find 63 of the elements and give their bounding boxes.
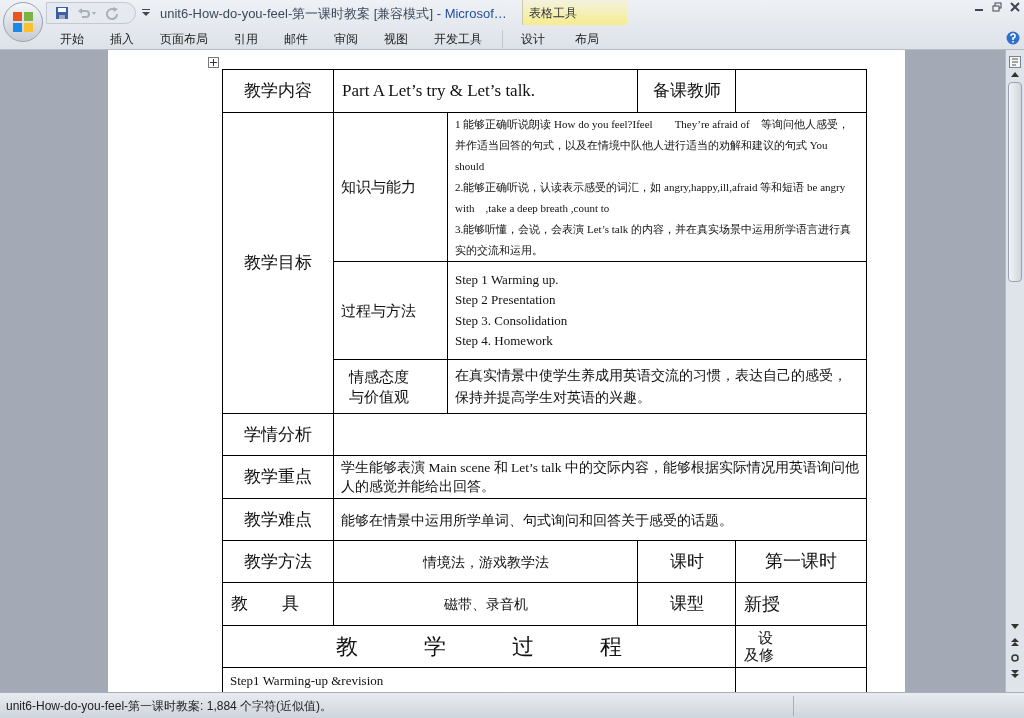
cell-label: 教学难点 [244,509,312,529]
table-move-handle-icon[interactable] [208,57,219,68]
ribbon-tab[interactable]: 审阅 [322,30,370,48]
section-heading: 教 学 过 程 [336,634,622,659]
cell-text: 1 能够正确听说朗读 How do you feel?Ifeel They’re afraid of 等询问他人感受，并作适当回答的句式，以及在情境中队他人进行适当的劝解和建议的句式 You should [455,117,850,174]
cell-text: 2.能够正确听说，认读表示感受的词汇，如 angry,happy,ill,afraid 等和短语 be angry with ,take a deep breath ,count to [455,180,847,216]
cell-text: 能够在情景中运用所学单词、句式询问和回答关于感受的话题。 [341,512,733,528]
scroll-thumb[interactable] [1008,82,1022,282]
ribbon-tab[interactable]: 邮件 [272,30,320,48]
app-name: - Microsof… [436,6,507,21]
help-icon[interactable] [1006,31,1020,45]
cell-label: 学情分析 [244,424,312,444]
close-icon[interactable] [1010,2,1020,12]
window-title: unit6-How-do-you-feel-第一课时教案 [兼容模式] [160,6,434,21]
ribbon-tab[interactable]: 引用 [222,30,270,48]
cell-text: 3.能够听懂，会说，会表演 Let’s talk 的内容，并在真实场景中运用所学语言进行真实的交流和运用。 [455,222,852,258]
cell-label: 过程与方法 [341,302,416,319]
cell-label: 情感态度 [349,367,410,387]
cell-label: 知识与能力 [341,179,416,195]
cell-label: 设 [757,629,774,647]
cell-text: 新授 [744,593,780,614]
lesson-title: Part A Let’s try & Let’s talk. [342,81,536,101]
ribbon-tab[interactable]: 视图 [372,30,420,48]
cell-label: 教学方法 [244,551,312,571]
scroll-up-icon[interactable] [1011,72,1019,77]
save-icon[interactable] [55,6,69,20]
next-page-icon[interactable] [1011,670,1019,678]
office-button[interactable] [3,2,43,42]
previous-page-icon[interactable] [1011,638,1019,646]
cell-label: 课时 [669,551,704,571]
browse-object-icon[interactable] [1011,654,1019,662]
step-text: Step 1 Warming up. [455,270,560,289]
scroll-down-icon[interactable] [1011,624,1019,629]
cell-text: 学生能够表演 Main scene 和 Let’s talk 中的交际内容，能够根据实际情况用英语询问他人的感觉并能给出回答。 [341,459,859,496]
customize-dropdown-icon[interactable] [142,9,150,17]
ribbon-tab[interactable]: 布局 [561,30,613,48]
context-tab-group: 表格工具 [529,6,577,20]
cell-label: 课型 [669,594,704,614]
cell-text: 在真实情景中使学生养成用英语交流的习惯，表达自己的感受，保持并提高学生对英语的兴趣。 [455,366,848,407]
ribbon-tab[interactable]: 页面布局 [148,30,220,48]
ruler-toggle-icon[interactable] [1009,56,1021,68]
vertical-scrollbar[interactable] [1005,50,1024,692]
step-text: Step 3. Consolidation [455,311,569,330]
cell-label: 教学内容 [244,81,312,101]
ribbon-tab[interactable]: 插入 [98,30,146,48]
cell-text: 情境法，游戏教学法 [422,554,549,570]
cell-text: 磁带、录音机 [443,597,528,612]
cell-label: 备课教师 [652,81,721,101]
cell-label: 教 具 [231,594,299,614]
restore-icon[interactable] [992,2,1002,12]
ribbon-tab[interactable]: 设计 [507,30,559,48]
cell-label: 及修 [744,646,775,664]
ribbon-tab[interactable]: 开发工具 [422,30,494,48]
step-text: Step 2 Presentation [455,291,557,309]
cell-text: 第一课时 [765,551,837,571]
status-text: unit6-How-do-you-feel-第一课时教案: 1,884 个字符(近似值)。 [6,697,333,715]
cell-text: Step1 Warming-up &revision [230,673,384,688]
ribbon-tab[interactable]: 开始 [48,30,96,48]
step-text: Step 4. Homework [455,332,554,350]
cell-label: 教学重点 [244,467,312,487]
office-logo-icon [12,11,34,33]
cell-label: 与价值观 [349,387,410,407]
cell-label: 教学目标 [244,253,312,273]
